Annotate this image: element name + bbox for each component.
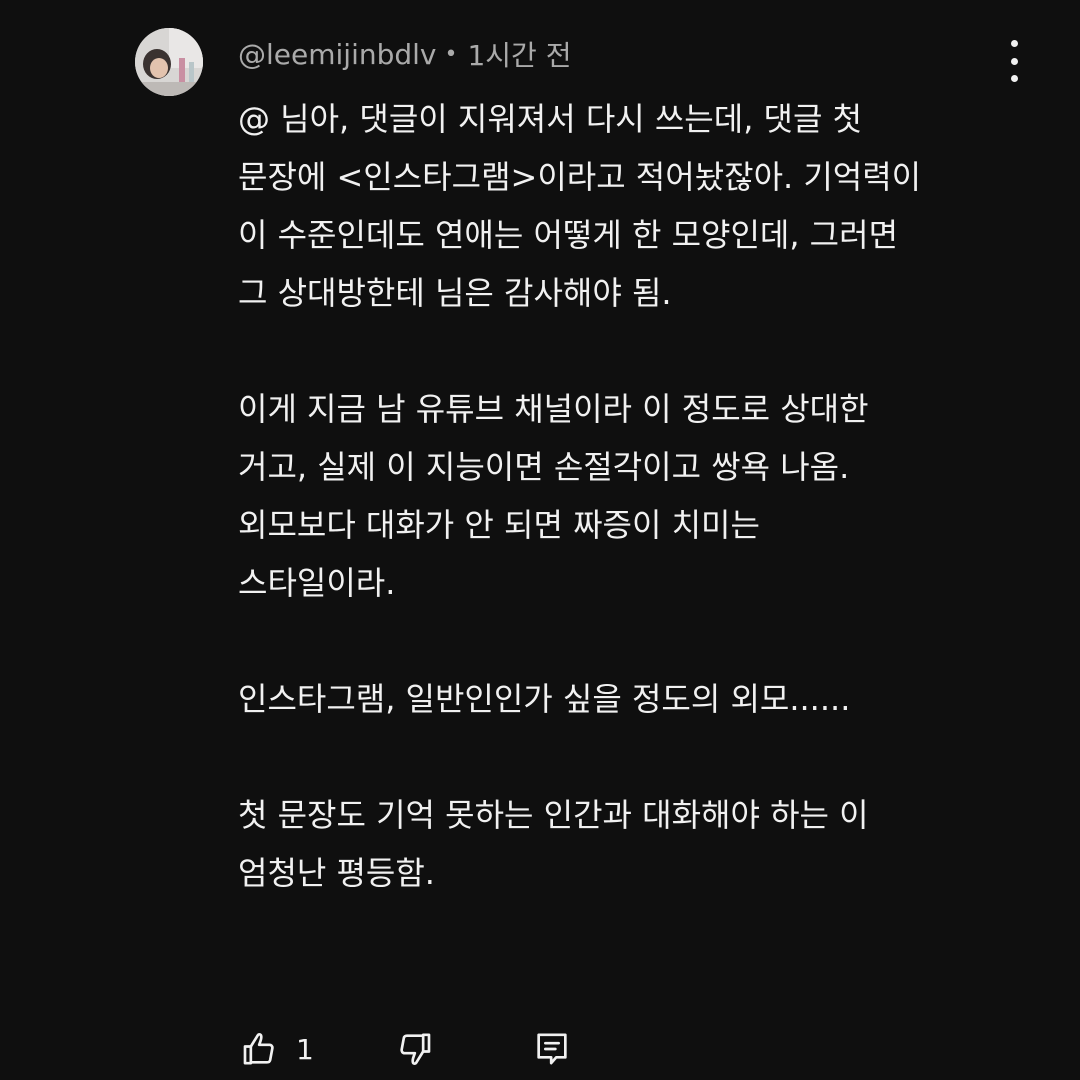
like-count: 1 xyxy=(296,1032,314,1066)
more-dot xyxy=(1010,57,1018,65)
avatar-image xyxy=(135,28,203,96)
more-dot xyxy=(1010,40,1018,47)
comment-line: 이게 지금 남 유튜브 채널이라 이 정도로 상대한 xyxy=(238,390,869,428)
thumbs-down-icon[interactable] xyxy=(392,1027,436,1071)
comment-actions: 1 xyxy=(238,1024,574,1074)
comment-line: 외모보다 대화가 안 되면 짜증이 치미는 xyxy=(238,506,760,544)
comment-line: 거고, 실제 이 지능이면 손절각이고 쌍욕 나옴. xyxy=(238,448,850,486)
meta-separator: • xyxy=(444,41,458,67)
comment-line: 엄청난 평등함. xyxy=(238,854,435,892)
reply-comment-icon[interactable] xyxy=(530,1027,574,1071)
author-name[interactable]: @leemijinbdlv xyxy=(238,38,437,71)
more-dot xyxy=(1010,75,1018,82)
comment-line: 첫 문장도 기억 못하는 인간과 대화해야 하는 이 xyxy=(238,796,869,834)
comment-line: 문장에 <인스타그램>이라고 적어놨잖아. 기억력이 xyxy=(238,158,922,196)
comment-header: @leemijinbdlv • 1시간 전 xyxy=(238,34,571,74)
thumbs-up-icon[interactable] xyxy=(238,1027,282,1071)
more-vertical-icon[interactable] xyxy=(998,40,1030,82)
comment-text: @ 님아, 댓글이 지워져서 다시 쓰는데, 댓글 첫 문장에 <인스타그램>이… xyxy=(238,90,1058,902)
comment-line: 스타일이라. xyxy=(238,564,396,602)
comment-time[interactable]: 1시간 전 xyxy=(467,34,571,74)
comment-line: 인스타그램, 일반인인가 싶을 정도의 외모...... xyxy=(238,680,851,718)
avatar[interactable] xyxy=(135,28,203,96)
comment-thread: @leemijinbdlv • 1시간 전 @ 님아, 댓글이 지워져서 다시 … xyxy=(0,0,1080,1080)
comment-line: 이 수준인데도 연애는 어떻게 한 모양인데, 그러면 xyxy=(238,216,899,254)
comment-line: 그 상대방한테 님은 감사해야 됨. xyxy=(238,274,672,312)
comment-line: @ 님아, 댓글이 지워져서 다시 쓰는데, 댓글 첫 xyxy=(238,100,863,138)
